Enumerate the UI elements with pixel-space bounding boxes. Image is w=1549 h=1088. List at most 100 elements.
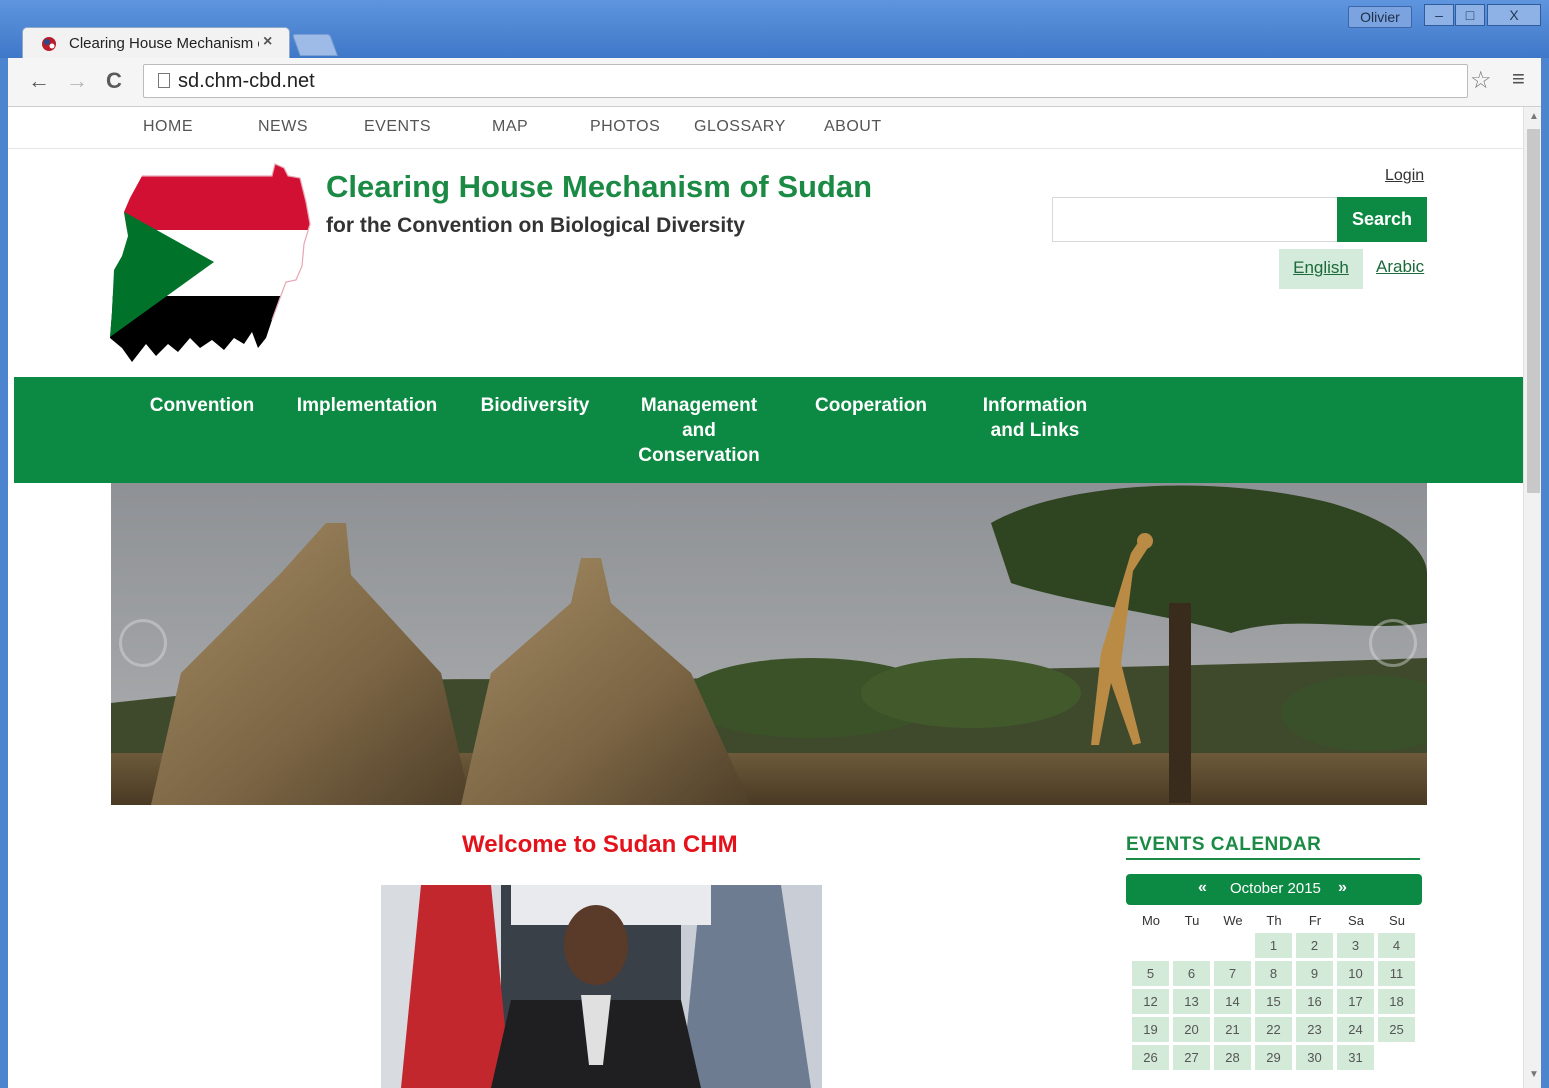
calendar-day[interactable]: 1	[1255, 933, 1292, 958]
mainnav-biodiversity[interactable]: Biodiversity	[475, 393, 595, 418]
back-icon[interactable]: ←	[28, 68, 50, 94]
search-button[interactable]: Search	[1337, 197, 1427, 242]
page-icon	[158, 73, 170, 88]
mainnav-implementation[interactable]: Implementation	[294, 393, 440, 418]
calendar-month: October 2015	[1230, 880, 1321, 897]
calendar-next-icon[interactable]: »	[1338, 879, 1347, 897]
forward-icon[interactable]: →	[66, 68, 88, 94]
sudan-map-logo[interactable]	[110, 162, 315, 367]
reload-icon[interactable]: C	[106, 68, 122, 94]
scroll-up-icon[interactable]: ▲	[1529, 111, 1539, 122]
calendar-day[interactable]: 17	[1337, 989, 1374, 1014]
mainnav-label: Convention	[149, 395, 255, 416]
calendar-day[interactable]: 31	[1337, 1045, 1374, 1070]
bookmark-star-icon[interactable]: ☆	[1470, 66, 1492, 95]
mainnav-label: Cooperation	[815, 395, 927, 416]
carousel-prev-icon[interactable]	[119, 619, 167, 667]
maximize-button[interactable]: □	[1455, 4, 1485, 26]
calendar-weekday: Th	[1266, 913, 1282, 928]
calendar-day[interactable]: 23	[1296, 1017, 1333, 1042]
mainnav-label: Biodiversity	[480, 395, 590, 416]
calendar-day[interactable]: 27	[1173, 1045, 1210, 1070]
language-english[interactable]: English	[1279, 249, 1363, 289]
calendar-day[interactable]: 15	[1255, 989, 1292, 1014]
top-navigation: HOME NEWS EVENTS MAP PHOTOS GLOSSARY ABO…	[8, 107, 1523, 149]
browser-toolbar: ← → C sd.chm-cbd.net ☆ ≡	[8, 58, 1541, 107]
events-divider	[1126, 858, 1420, 860]
calendar-prev-icon[interactable]: «	[1198, 879, 1207, 897]
topnav-map[interactable]: MAP	[492, 118, 528, 136]
welcome-heading: Welcome to Sudan CHM	[462, 831, 738, 858]
new-tab-button[interactable]	[291, 34, 339, 56]
mainnav-information[interactable]: Information and Links	[976, 393, 1094, 443]
browser-tab[interactable]: Clearing House Mechanism of Sudan ×	[22, 27, 290, 59]
calendar-day[interactable]: 3	[1337, 933, 1374, 958]
minimize-button[interactable]: –	[1424, 4, 1454, 26]
calendar-header: « October 2015 »	[1126, 874, 1422, 905]
calendar-day[interactable]: 30	[1296, 1045, 1333, 1070]
speaker-image	[381, 885, 822, 1088]
calendar-day[interactable]: 8	[1255, 961, 1292, 986]
mainnav-label: Implementation	[296, 395, 438, 416]
calendar-weekday: Tu	[1184, 913, 1200, 928]
tab-title: Clearing House Mechanism of Sudan	[69, 35, 259, 52]
calendar-day[interactable]: 19	[1132, 1017, 1169, 1042]
topnav-glossary[interactable]: GLOSSARY	[694, 118, 786, 136]
page-scrollbar[interactable]: ▲ ▼	[1523, 107, 1541, 1088]
mainnav-cooperation[interactable]: Cooperation	[808, 393, 934, 418]
calendar-day[interactable]: 18	[1378, 989, 1415, 1014]
welcome-photo	[381, 885, 822, 1088]
calendar-day[interactable]: 26	[1132, 1045, 1169, 1070]
calendar-weekday: Mo	[1141, 913, 1161, 928]
calendar-day[interactable]: 24	[1337, 1017, 1374, 1042]
profile-button[interactable]: Olivier	[1348, 6, 1412, 28]
close-window-button[interactable]: X	[1487, 4, 1541, 26]
calendar-day[interactable]: 25	[1378, 1017, 1415, 1042]
calendar-day[interactable]: 2	[1296, 933, 1333, 958]
scroll-thumb[interactable]	[1527, 129, 1540, 493]
browser-menu-icon[interactable]: ≡	[1512, 66, 1525, 92]
topnav-events[interactable]: EVENTS	[364, 118, 431, 136]
title-bar: Clearing House Mechanism of Sudan × Oliv…	[0, 0, 1549, 59]
tab-close-icon[interactable]: ×	[263, 33, 272, 51]
calendar-day[interactable]: 9	[1296, 961, 1333, 986]
login-link[interactable]: Login	[1385, 167, 1424, 185]
mainnav-label: Conservation	[638, 445, 760, 466]
mainnav-convention[interactable]: Convention	[141, 393, 263, 418]
site-subtitle: for the Convention on Biological Diversi…	[326, 214, 745, 237]
calendar-day[interactable]: 22	[1255, 1017, 1292, 1042]
url-text: sd.chm-cbd.net	[178, 70, 315, 92]
language-arabic[interactable]: Arabic	[1376, 257, 1424, 277]
events-heading: EVENTS CALENDAR	[1126, 834, 1322, 855]
browser-window: Clearing House Mechanism of Sudan × Oliv…	[0, 0, 1549, 1088]
topnav-photos[interactable]: PHOTOS	[590, 118, 660, 136]
topnav-news[interactable]: NEWS	[258, 118, 308, 136]
hero-carousel	[111, 483, 1427, 805]
mainnav-label: and	[682, 420, 716, 441]
scroll-down-icon[interactable]: ▼	[1529, 1069, 1539, 1080]
carousel-next-icon[interactable]	[1369, 619, 1417, 667]
calendar-day[interactable]: 14	[1214, 989, 1251, 1014]
calendar-day[interactable]: 13	[1173, 989, 1210, 1014]
calendar-day[interactable]: 7	[1214, 961, 1251, 986]
mainnav-label: Information	[982, 395, 1088, 416]
topnav-about[interactable]: ABOUT	[824, 118, 882, 136]
calendar-day[interactable]: 5	[1132, 961, 1169, 986]
calendar-weekday: Su	[1389, 913, 1405, 928]
calendar-day[interactable]: 6	[1173, 961, 1210, 986]
mainnav-label: and Links	[990, 420, 1080, 441]
calendar-day[interactable]: 10	[1337, 961, 1374, 986]
search-input[interactable]	[1052, 197, 1338, 242]
calendar-day[interactable]: 16	[1296, 989, 1333, 1014]
calendar-day[interactable]: 20	[1173, 1017, 1210, 1042]
calendar-day[interactable]: 29	[1255, 1045, 1292, 1070]
calendar-day[interactable]: 12	[1132, 989, 1169, 1014]
page-viewport: HOME NEWS EVENTS MAP PHOTOS GLOSSARY ABO…	[8, 107, 1541, 1088]
address-bar[interactable]: sd.chm-cbd.net	[143, 64, 1468, 98]
calendar-day[interactable]: 28	[1214, 1045, 1251, 1070]
calendar-day[interactable]: 21	[1214, 1017, 1251, 1042]
calendar-day[interactable]: 4	[1378, 933, 1415, 958]
calendar-day[interactable]: 11	[1378, 961, 1415, 986]
topnav-home[interactable]: HOME	[143, 118, 193, 136]
mainnav-management[interactable]: Management and Conservation	[630, 393, 768, 468]
